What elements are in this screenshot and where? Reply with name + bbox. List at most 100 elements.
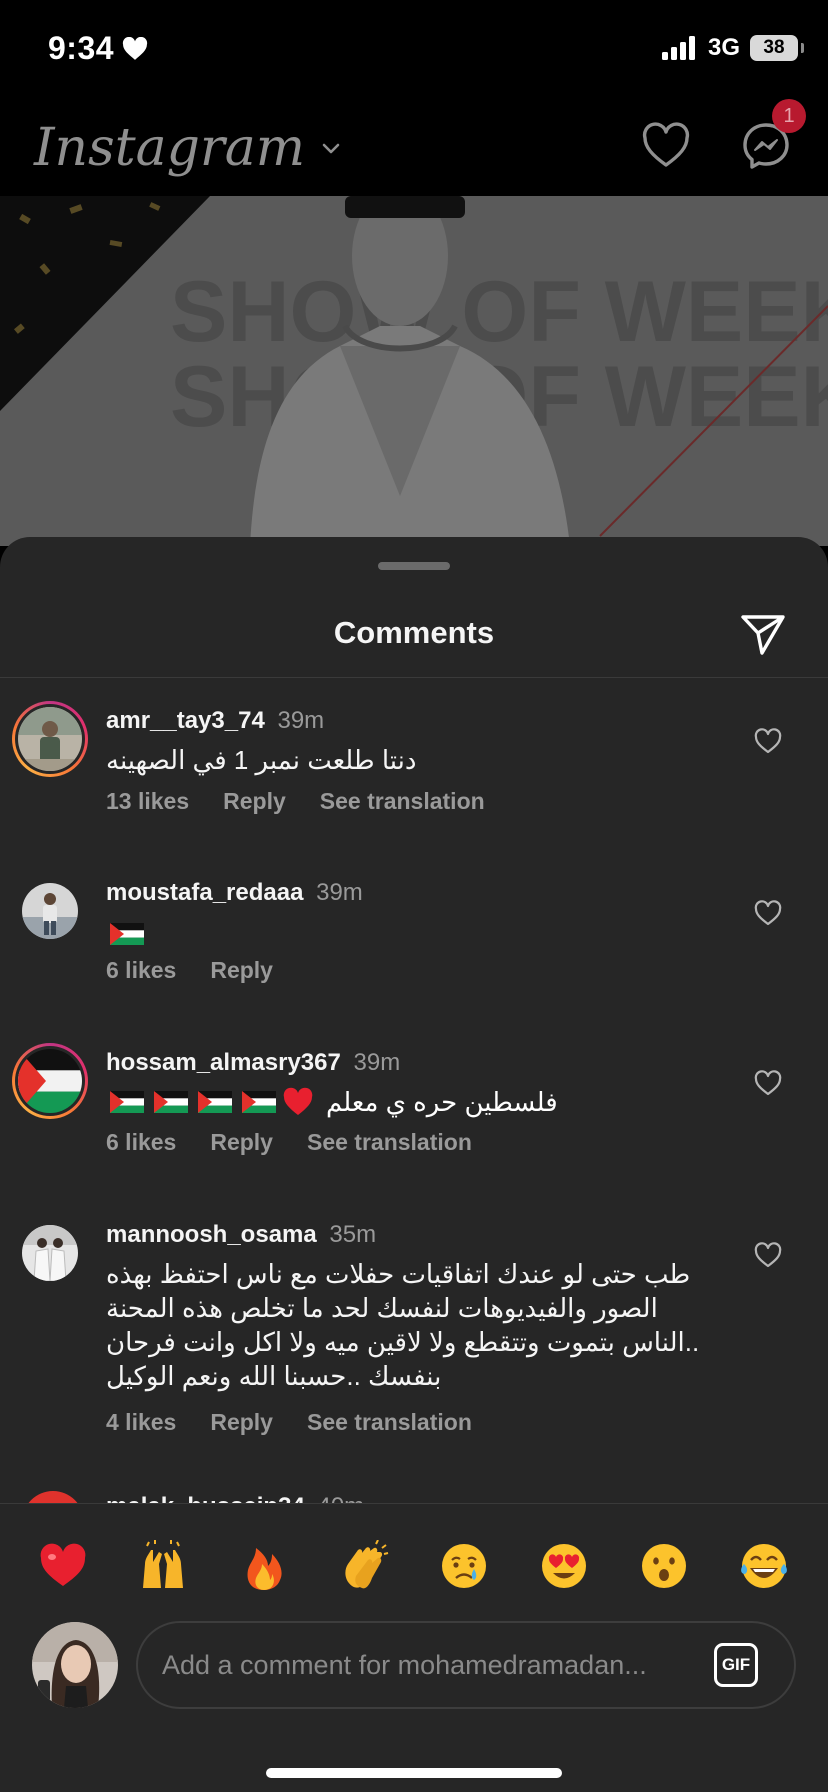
see-translation-button[interactable]: See translation bbox=[307, 1129, 472, 1156]
emoji-laughing-button[interactable] bbox=[736, 1538, 792, 1594]
avatar[interactable] bbox=[12, 873, 88, 949]
comment-time: 39m bbox=[277, 707, 325, 734]
avatar[interactable] bbox=[12, 701, 88, 777]
palestine-flag-avatar bbox=[18, 1049, 82, 1113]
clock-text: 9:34 bbox=[48, 30, 115, 66]
emoji-raised-hands-button[interactable] bbox=[135, 1538, 191, 1594]
reply-button[interactable]: Reply bbox=[210, 957, 273, 984]
reply-button[interactable]: Reply bbox=[223, 788, 286, 815]
crying-face-emoji-icon bbox=[442, 1544, 486, 1588]
emoji-heart-eyes-button[interactable] bbox=[536, 1538, 592, 1594]
emoji-crying-button[interactable] bbox=[436, 1538, 492, 1594]
comment-text bbox=[106, 923, 144, 945]
comment-actions: 6 likes Reply See translation bbox=[106, 1129, 472, 1156]
comment-text: طب حتى لو عندك اتفاقيات حفلات مع ناس احت… bbox=[106, 1259, 700, 1391]
likes-count[interactable]: 4 likes bbox=[106, 1409, 176, 1436]
share-send-icon[interactable] bbox=[738, 609, 788, 659]
like-comment-heart-icon[interactable] bbox=[752, 725, 784, 757]
notifications-heart-icon[interactable] bbox=[636, 116, 696, 176]
logo-text: Instagram bbox=[34, 118, 306, 178]
user-photo bbox=[22, 1225, 78, 1281]
user-photo bbox=[18, 707, 82, 771]
comment-input-box[interactable]: GIF bbox=[136, 1621, 796, 1709]
likes-count[interactable]: 6 likes bbox=[106, 1129, 176, 1156]
likes-count[interactable]: 13 likes bbox=[106, 788, 189, 815]
palestine-flag-icon bbox=[242, 1091, 276, 1113]
comment-header: hossam_almasry367 39m bbox=[106, 1049, 400, 1077]
palestine-flag-icon bbox=[110, 923, 144, 945]
comment-time: 39m bbox=[353, 1049, 401, 1076]
messages-badge-count: 1 bbox=[783, 104, 795, 127]
signal-icon bbox=[661, 36, 695, 60]
reply-button[interactable]: Reply bbox=[210, 1129, 273, 1156]
comment-actions: 6 likes Reply bbox=[106, 957, 273, 984]
like-comment-heart-icon[interactable] bbox=[752, 1067, 784, 1099]
like-comment-heart-icon[interactable] bbox=[752, 1239, 784, 1271]
comment-composer-area: GIF bbox=[0, 1503, 828, 1792]
user-photo bbox=[32, 1622, 118, 1708]
comment-text-arabic: فلسطين حره ي معلم bbox=[326, 1086, 558, 1117]
avatar[interactable] bbox=[12, 1043, 88, 1119]
sheet-grabber[interactable] bbox=[378, 562, 450, 570]
palestine-flag-icon bbox=[154, 1091, 188, 1113]
emoji-heart-button[interactable] bbox=[35, 1538, 91, 1594]
comment-header: mannoosh_osama 35m bbox=[106, 1221, 376, 1249]
avatar[interactable] bbox=[12, 1215, 88, 1291]
palestine-flag-icon bbox=[110, 1091, 144, 1113]
palestine-flag-icon bbox=[198, 1091, 232, 1113]
comment-username[interactable]: moustafa_redaaa bbox=[106, 879, 303, 906]
status-time: 9:34 bbox=[48, 30, 148, 67]
gif-label: GIF bbox=[721, 1655, 751, 1674]
gif-button[interactable]: GIF bbox=[714, 1643, 758, 1687]
emoji-fire-button[interactable] bbox=[236, 1538, 292, 1594]
sheet-divider bbox=[0, 677, 828, 678]
comment-username[interactable]: hossam_almasry367 bbox=[106, 1049, 341, 1076]
comment-username[interactable]: mannoosh_osama bbox=[106, 1221, 317, 1248]
red-heart-emoji-icon bbox=[40, 1543, 86, 1586]
app-header: Instagram bbox=[0, 100, 828, 196]
fire-emoji-icon bbox=[247, 1548, 282, 1590]
comment-text: فلسطين حره ي معلم bbox=[106, 1085, 558, 1119]
user-photo bbox=[22, 883, 78, 939]
clapping-hands-emoji-icon bbox=[345, 1540, 389, 1589]
comment-username[interactable]: amr__tay3_74 bbox=[106, 707, 265, 734]
heart-eyes-emoji-icon bbox=[542, 1544, 586, 1588]
see-translation-button[interactable]: See translation bbox=[320, 788, 485, 815]
emoji-clapping-button[interactable] bbox=[336, 1538, 392, 1594]
comment-header: moustafa_redaaa 39m bbox=[106, 879, 363, 907]
current-user-avatar[interactable] bbox=[32, 1622, 118, 1708]
comment-actions: 13 likes Reply See translation bbox=[106, 788, 485, 815]
comment-item: amr__tay3_74 39m دنتا طلعت نمبر 1 في الص… bbox=[0, 701, 828, 831]
battery-icon: 38 bbox=[750, 35, 804, 61]
likes-count[interactable]: 6 likes bbox=[106, 957, 176, 984]
comment-header: amr__tay3_74 39m bbox=[106, 707, 324, 735]
home-indicator[interactable] bbox=[266, 1768, 562, 1778]
status-bar: 9:34 3G 38 bbox=[0, 0, 828, 100]
like-comment-heart-icon[interactable] bbox=[752, 897, 784, 929]
status-indicators: 3G 38 bbox=[661, 34, 804, 62]
battery-level: 38 bbox=[763, 37, 785, 58]
emoji-surprised-button[interactable] bbox=[636, 1538, 692, 1594]
quick-emoji-bar bbox=[0, 1538, 828, 1594]
tears-of-joy-emoji-icon bbox=[741, 1544, 787, 1588]
heart-status-icon bbox=[122, 36, 148, 60]
comment-time: 39m bbox=[316, 879, 363, 906]
instagram-logo[interactable]: Instagram bbox=[34, 100, 343, 196]
comment-time: 35m bbox=[329, 1221, 377, 1248]
comment-actions: 4 likes Reply See translation bbox=[106, 1409, 472, 1436]
post-photo-graphic: SHOW OF WEEK SHOW OF WEEK bbox=[0, 196, 828, 546]
comment-input[interactable] bbox=[162, 1623, 702, 1707]
comment-item: moustafa_redaaa 39m 6 likes Reply bbox=[0, 873, 828, 1003]
red-heart-emoji-icon bbox=[283, 1087, 313, 1115]
reply-button[interactable]: Reply bbox=[210, 1409, 273, 1436]
surprised-face-emoji-icon bbox=[642, 1544, 686, 1588]
comment-text: دنتا طلعت نمبر 1 في الصهينه bbox=[106, 745, 417, 775]
raised-hands-emoji-icon bbox=[143, 1540, 183, 1588]
sheet-title: Comments bbox=[333, 615, 495, 650]
network-type: 3G bbox=[707, 34, 740, 61]
see-translation-button[interactable]: See translation bbox=[307, 1409, 472, 1436]
comment-item: mannoosh_osama 35m طب حتى لو عندك اتفاقي… bbox=[0, 1215, 828, 1475]
svg-text:SHOW OF WEEK: SHOW OF WEEK bbox=[170, 264, 828, 360]
comment-item: hossam_almasry367 39m فلسطين حره ي معلم … bbox=[0, 1043, 828, 1173]
post-image: SHOW OF WEEK SHOW OF WEEK bbox=[0, 196, 828, 546]
